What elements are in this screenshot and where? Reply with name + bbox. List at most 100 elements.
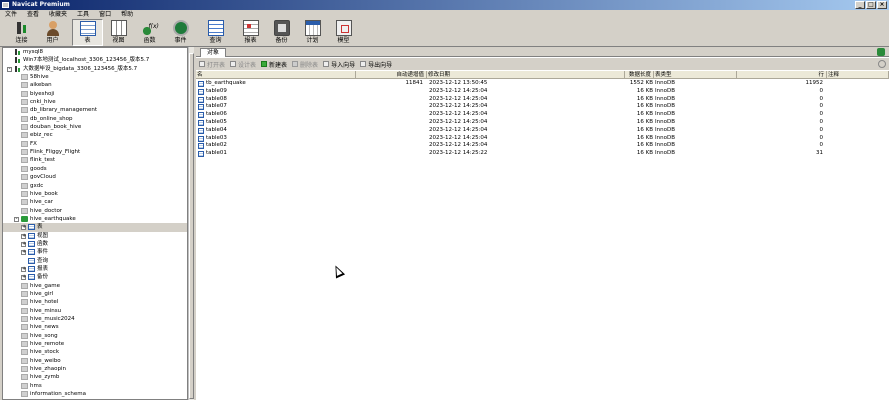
- tree-database[interactable]: goods: [3, 165, 187, 173]
- tree-database[interactable]: hive_game: [3, 282, 187, 290]
- column-header[interactable]: 修改日期: [427, 71, 625, 79]
- import-button[interactable]: 导入向导: [323, 60, 355, 69]
- menu-item[interactable]: 文件: [0, 10, 22, 19]
- table-row[interactable]: table02 2023-12-12 14:25:04 16 KB InnoDB 0: [196, 142, 889, 150]
- column-header[interactable]: 表类型: [654, 71, 737, 79]
- tree-scrollbar[interactable]: [188, 47, 194, 400]
- tree-database[interactable]: douban_book_hive: [3, 123, 187, 131]
- tree-database[interactable]: hive_music2024: [3, 315, 187, 323]
- tree-database[interactable]: hive_zhaopin: [3, 365, 187, 373]
- tree-database[interactable]: hive_song: [3, 332, 187, 340]
- tree-database[interactable]: hms: [3, 382, 187, 390]
- tree-database[interactable]: biyeshoji: [3, 90, 187, 98]
- tree-database[interactable]: govCloud: [3, 173, 187, 181]
- export-button[interactable]: 导出向导: [360, 60, 392, 69]
- tree-database[interactable]: hive_zymb: [3, 373, 187, 381]
- tree-database[interactable]: aikeban: [3, 81, 187, 89]
- table-row[interactable]: table03 2023-12-12 14:25:04 16 KB InnoDB 0: [196, 135, 889, 143]
- table-row[interactable]: table08 2023-12-12 14:25:04 16 KB InnoDB 0: [196, 96, 889, 104]
- toolbar-view-button[interactable]: 视图: [103, 19, 134, 46]
- tree-database[interactable]: FX: [3, 140, 187, 148]
- tree-object-folder[interactable]: + 报表: [3, 265, 187, 273]
- tree-database[interactable]: hive_minsu: [3, 307, 187, 315]
- tree-object-folder[interactable]: + 表: [3, 223, 187, 232]
- tree-connection[interactable]: mysql8: [3, 48, 187, 56]
- table-row[interactable]: tb_earthquake 11841 2023-12-12 13:50:45 155…: [196, 80, 889, 88]
- menu-item[interactable]: 收藏夹: [44, 10, 72, 19]
- table-row[interactable]: table01 2023-12-12 14:25:22 16 KB InnoDB 31: [196, 150, 889, 158]
- expand-icon[interactable]: +: [21, 250, 26, 256]
- expand-icon[interactable]: +: [21, 241, 26, 247]
- toolbar-function-button[interactable]: 函数: [134, 19, 165, 46]
- collapse-icon[interactable]: -: [14, 216, 19, 222]
- table-row[interactable]: table05 2023-12-12 14:25:04 16 KB InnoDB 0: [196, 119, 889, 127]
- tree-database[interactable]: hive_remote: [3, 340, 187, 348]
- tree-object-folder[interactable]: 查询: [3, 257, 187, 265]
- menu-item[interactable]: 窗口: [94, 10, 116, 19]
- tree-database[interactable]: hive_weibo: [3, 357, 187, 365]
- tree-database[interactable]: Flink_Fliggy_Flight: [3, 148, 187, 156]
- close-button[interactable]: ×: [877, 1, 887, 9]
- toolbar-connection-button[interactable]: 连接: [6, 19, 37, 46]
- tree-database[interactable]: flink_test: [3, 156, 187, 164]
- tree-database[interactable]: cnki_hive: [3, 98, 187, 106]
- tree-database[interactable]: hive_girl: [3, 290, 187, 298]
- open-table-button[interactable]: 打开表: [199, 60, 225, 69]
- toolbar-query-button[interactable]: 查询: [200, 19, 231, 46]
- table-row[interactable]: table04 2023-12-12 14:25:04 16 KB InnoDB 0: [196, 127, 889, 135]
- menu-item[interactable]: 帮助: [116, 10, 138, 19]
- tree-database[interactable]: hive_hotel: [3, 298, 187, 306]
- tree-database[interactable]: - hive_earthquake: [3, 215, 187, 223]
- expand-icon[interactable]: +: [21, 266, 26, 272]
- column-header[interactable]: 名: [196, 71, 356, 79]
- design-table-button[interactable]: 设计表: [230, 60, 256, 69]
- tree-database[interactable]: hive_doctor: [3, 207, 187, 215]
- toolbar-user-button[interactable]: 用户: [37, 19, 68, 46]
- tab-objects[interactable]: 对象: [200, 48, 226, 57]
- toolbar-backup-button[interactable]: 备份: [266, 19, 297, 46]
- toolbar-report-button[interactable]: 报表: [235, 19, 266, 46]
- tree-database[interactable]: ebiz_rec: [3, 131, 187, 139]
- tree-database[interactable]: gxdc: [3, 182, 187, 190]
- tree-database[interactable]: 58hive: [3, 73, 187, 81]
- toolbar-schedule-button[interactable]: 计划: [297, 19, 328, 46]
- column-header[interactable]: 数据长度: [625, 71, 654, 79]
- menu-item[interactable]: 查看: [22, 10, 44, 19]
- toolbar-model-button[interactable]: 模型: [328, 19, 359, 46]
- column-header[interactable]: 行: [737, 71, 827, 79]
- delete-table-button[interactable]: 删除表: [292, 60, 318, 69]
- menu-item[interactable]: 工具: [72, 10, 94, 19]
- pin-icon[interactable]: [877, 48, 885, 56]
- tree-database[interactable]: information_schema: [3, 390, 187, 398]
- table-row[interactable]: table07 2023-12-12 14:25:04 16 KB InnoDB 0: [196, 103, 889, 111]
- search-icon[interactable]: [878, 60, 886, 68]
- table-row[interactable]: table09 2023-12-12 14:25:04 16 KB InnoDB 0: [196, 88, 889, 96]
- tree-label: hive_car: [30, 199, 54, 206]
- expand-icon[interactable]: +: [21, 225, 26, 231]
- tree-database[interactable]: hive_news: [3, 323, 187, 331]
- toolbar-event-button[interactable]: 事件: [165, 19, 196, 46]
- collapse-icon[interactable]: -: [7, 66, 12, 72]
- expand-icon[interactable]: +: [21, 233, 26, 239]
- expand-icon[interactable]: +: [21, 275, 26, 281]
- tree-database[interactable]: db_online_shop: [3, 115, 187, 123]
- tree-object-folder[interactable]: + 事件: [3, 248, 187, 256]
- scrollbar-thumb[interactable]: [189, 53, 194, 399]
- tree-connection[interactable]: - 大数据毕设_bigdata_3306_123456_版本5.7: [3, 65, 187, 73]
- tree-database[interactable]: hive_car: [3, 198, 187, 206]
- tree-database[interactable]: db_library_management: [3, 106, 187, 114]
- minimize-button[interactable]: _: [855, 1, 865, 9]
- tree-object-folder[interactable]: + 视图: [3, 232, 187, 240]
- column-header[interactable]: 注释: [827, 71, 889, 79]
- connection-tree[interactable]: mysql8 Win7本地测试_localhost_3306_123456_版本5…: [2, 47, 188, 400]
- new-table-button[interactable]: 新建表: [261, 60, 287, 69]
- tree-object-folder[interactable]: + 备份: [3, 273, 187, 281]
- toolbar-table-button[interactable]: 表: [72, 19, 103, 46]
- tree-database[interactable]: hive_book: [3, 190, 187, 198]
- tree-object-folder[interactable]: + 函数: [3, 240, 187, 248]
- maximize-button[interactable]: □: [866, 1, 876, 9]
- tree-connection[interactable]: Win7本地测试_localhost_3306_123456_版本5.7: [3, 56, 187, 64]
- tree-database[interactable]: hive_stock: [3, 348, 187, 356]
- table-row[interactable]: table06 2023-12-12 14:25:04 16 KB InnoDB 0: [196, 111, 889, 119]
- column-header[interactable]: 自动递增值: [356, 71, 427, 79]
